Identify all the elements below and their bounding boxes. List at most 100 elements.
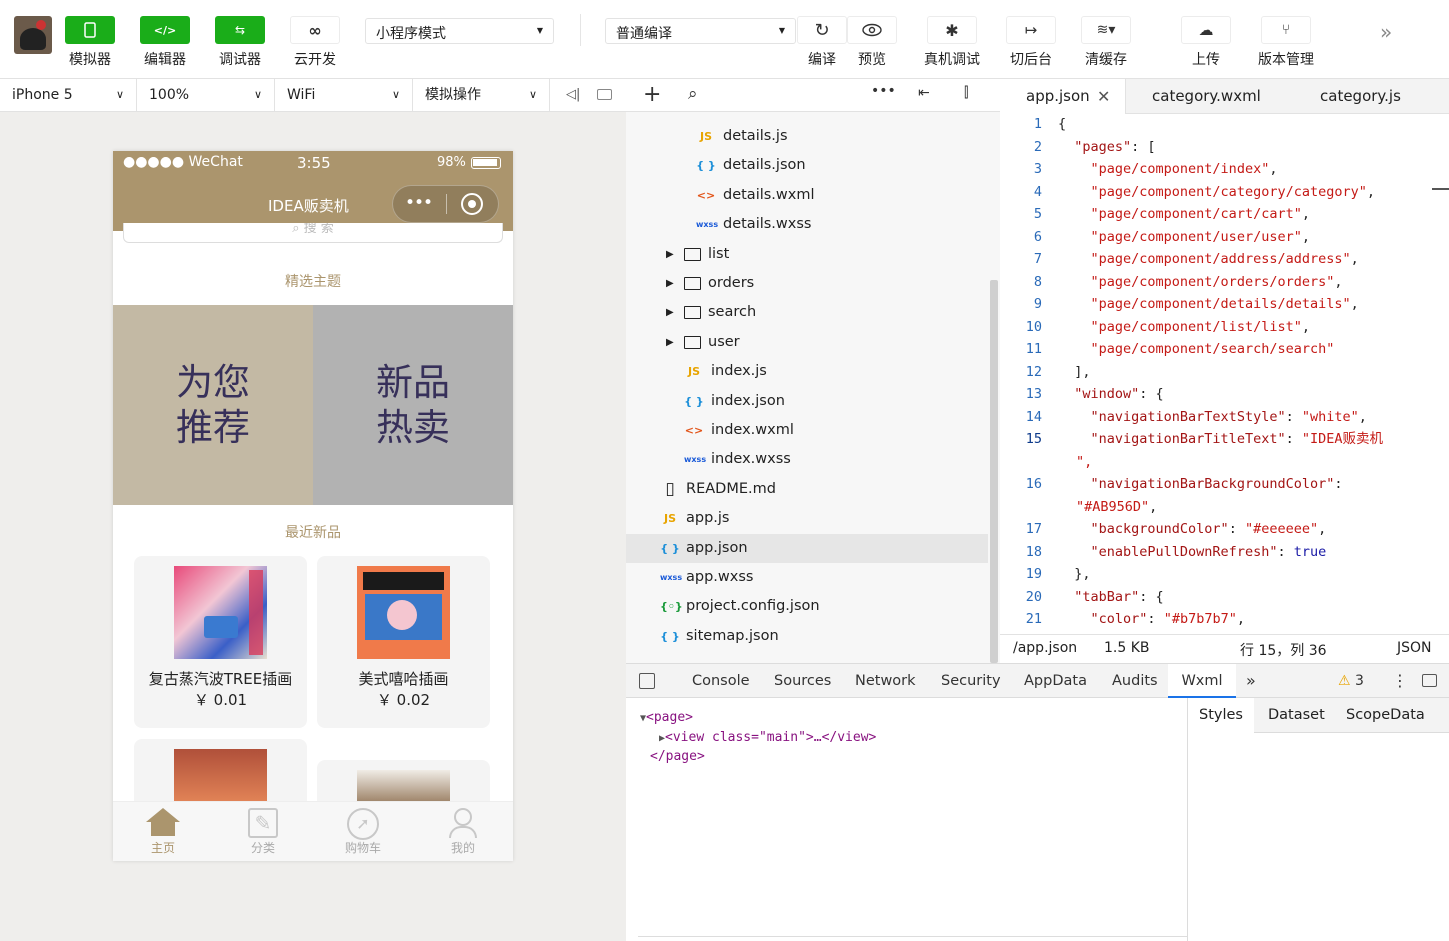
- real-debug-button[interactable]: ✱ 真机调试: [917, 0, 987, 69]
- debug-icon: ⇆: [215, 16, 265, 44]
- clear-cache-button[interactable]: ≋▾ 清缓存: [1076, 0, 1136, 69]
- tab-home[interactable]: 主页: [113, 802, 213, 861]
- close-target-icon[interactable]: [461, 193, 483, 215]
- code-text: "page/component/search/search": [1090, 341, 1335, 357]
- code-text: ",: [1076, 453, 1093, 470]
- code-line: 4 "page/component/category/category",: [1000, 181, 1449, 204]
- tab-category-js[interactable]: category.js: [1320, 79, 1401, 114]
- warnings-badge[interactable]: ⚠ 3: [1338, 664, 1364, 698]
- chevron-down-icon: ∨: [528, 88, 537, 101]
- simulator-button[interactable]: 模拟器: [60, 0, 120, 69]
- code-editor[interactable]: 1{2 "pages": [3 "page/component/index", 4…: [1000, 114, 1449, 634]
- preview-button[interactable]: 预览: [842, 0, 902, 69]
- code-text: {: [1058, 116, 1067, 132]
- tab-appdata[interactable]: AppData: [1024, 664, 1087, 698]
- search-icon[interactable]: ⌕: [688, 84, 698, 104]
- product-card[interactable]: 美式嘻哈插画 ￥ 0.02: [317, 556, 490, 728]
- more-dots-icon[interactable]: •••: [871, 83, 896, 99]
- expand-arrow-icon[interactable]: ▶: [666, 298, 674, 327]
- more-chevron-icon[interactable]: »: [1380, 20, 1392, 44]
- kebab-menu-icon[interactable]: ⋮: [1392, 664, 1408, 698]
- tree-item-app-wxss[interactable]: wxss app.wxss: [626, 563, 988, 592]
- tab-dataset[interactable]: Dataset: [1268, 698, 1325, 733]
- tab-network[interactable]: Network: [855, 664, 916, 698]
- code-line: 16 "navigationBarBackgroundColor":: [1000, 473, 1449, 496]
- close-icon[interactable]: ✕: [1097, 79, 1110, 114]
- theme-card-new[interactable]: 新品 热卖: [313, 305, 513, 505]
- version-button[interactable]: ⑂ 版本管理: [1251, 0, 1321, 69]
- product-card[interactable]: 复古蒸汽波TREE插画 ￥ 0.01: [134, 556, 307, 728]
- tree-scrollbar[interactable]: [990, 280, 998, 663]
- more-dots-icon[interactable]: •••: [405, 193, 433, 213]
- device-select[interactable]: iPhone 5 ∨: [0, 79, 137, 111]
- dock-icon[interactable]: [1422, 674, 1437, 687]
- search-input[interactable]: ⌕ 搜 索: [123, 223, 503, 243]
- tree-item-details-js[interactable]: JS details.js: [626, 122, 988, 151]
- user-avatar[interactable]: [14, 16, 52, 54]
- tab-audits[interactable]: Audits: [1112, 664, 1158, 698]
- tab-wxml[interactable]: Wxml: [1168, 664, 1236, 698]
- refresh-icon: ↻: [797, 16, 847, 44]
- tree-item-app-js[interactable]: JS app.js: [626, 504, 988, 533]
- tree-item-project-config-json[interactable]: {◦} project.config.json: [626, 592, 988, 621]
- tree-item-sitemap-json[interactable]: { } sitemap.json: [626, 622, 988, 651]
- tab-console[interactable]: Console: [692, 664, 750, 698]
- compile-mode-select[interactable]: 普通编译 ▼: [605, 18, 796, 44]
- code-text: },: [1058, 566, 1091, 582]
- code-line: 8 "page/component/orders/orders",: [1000, 271, 1449, 294]
- background-button[interactable]: ↦ 切后台: [1001, 0, 1061, 69]
- tree-item-search[interactable]: ▶ search: [626, 298, 988, 327]
- network-select[interactable]: WiFi ∨: [275, 79, 413, 111]
- tree-item-details-wxss[interactable]: wxss details.wxss: [626, 210, 988, 239]
- tab-mine[interactable]: 我的: [413, 802, 513, 861]
- tree-item-index-js[interactable]: JS index.js: [626, 357, 988, 386]
- expand-arrow-icon[interactable]: ▶: [666, 269, 674, 298]
- panel-toggle-icon[interactable]: ⫿: [964, 85, 968, 101]
- mode-select[interactable]: 小程序模式 ▼: [365, 18, 554, 44]
- dom-node-page[interactable]: ▼<page>: [640, 710, 693, 725]
- dom-node-view[interactable]: ▶<view class="main">…</view>: [659, 730, 876, 745]
- tree-item-user[interactable]: ▶ user: [626, 328, 988, 357]
- tree-item-index-wxml[interactable]: <> index.wxml: [626, 416, 988, 445]
- code-line: 11 "page/component/search/search": [1000, 338, 1449, 361]
- tab-category[interactable]: ✎ 分类: [213, 802, 313, 861]
- tree-item-orders[interactable]: ▶ orders: [626, 269, 988, 298]
- operation-select[interactable]: 模拟操作 ∨: [413, 79, 550, 111]
- tab-security[interactable]: Security: [941, 664, 1001, 698]
- debugger-button[interactable]: ⇆ 调试器: [210, 0, 270, 69]
- tab-sources[interactable]: Sources: [774, 664, 831, 698]
- tree-item-index-wxss[interactable]: wxss index.wxss: [626, 445, 988, 474]
- code-text: "enablePullDownRefresh": true: [1090, 543, 1327, 560]
- more-tabs-icon[interactable]: »: [1246, 664, 1256, 698]
- tab-cart[interactable]: ➚ 购物车: [313, 802, 413, 861]
- zoom-select[interactable]: 100% ∨: [137, 79, 275, 111]
- tab-scopedata[interactable]: ScopeData: [1346, 698, 1425, 733]
- tree-item-app-json[interactable]: { } app.json: [626, 533, 988, 563]
- expand-arrow-icon[interactable]: ▶: [666, 240, 674, 269]
- tree-item-details-wxml[interactable]: <> details.wxml: [626, 181, 988, 210]
- upload-button[interactable]: ☁ 上传: [1176, 0, 1236, 69]
- devtools-side-panel: Styles Dataset ScopeData: [1187, 698, 1449, 941]
- tab-app-json[interactable]: app.json ✕: [1000, 79, 1126, 114]
- tree-item-readme-md[interactable]: ▯ README.md: [626, 475, 988, 504]
- code-icon: </>: [140, 16, 190, 44]
- cloud-button[interactable]: ∞ 云开发: [285, 0, 345, 69]
- tree-item-list[interactable]: ▶ list: [626, 240, 988, 269]
- editor-button[interactable]: </> 编辑器: [135, 0, 195, 69]
- inspect-cursor-icon[interactable]: [639, 673, 655, 689]
- window-icon[interactable]: [597, 89, 612, 100]
- tree-item-index-json[interactable]: { } index.json: [626, 387, 988, 416]
- tab-styles[interactable]: Styles: [1188, 698, 1254, 733]
- tab-category-wxml[interactable]: category.wxml: [1152, 79, 1261, 114]
- volume-icon[interactable]: ◁|: [566, 87, 580, 102]
- code-line: "#AB956D",: [1000, 496, 1449, 519]
- theme-card-recommend[interactable]: 为您 推荐: [113, 305, 313, 505]
- tree-item-details-json[interactable]: { } details.json: [626, 151, 988, 180]
- code-text: ],: [1058, 363, 1091, 380]
- expand-arrow-icon[interactable]: ▶: [666, 328, 674, 357]
- add-icon[interactable]: +: [643, 82, 661, 107]
- code-text: "tabBar": {: [1074, 588, 1164, 605]
- collapse-icon[interactable]: ⇤: [918, 85, 930, 101]
- wxss-file-icon: wxss: [696, 220, 719, 230]
- capsule-menu[interactable]: •••: [392, 185, 499, 223]
